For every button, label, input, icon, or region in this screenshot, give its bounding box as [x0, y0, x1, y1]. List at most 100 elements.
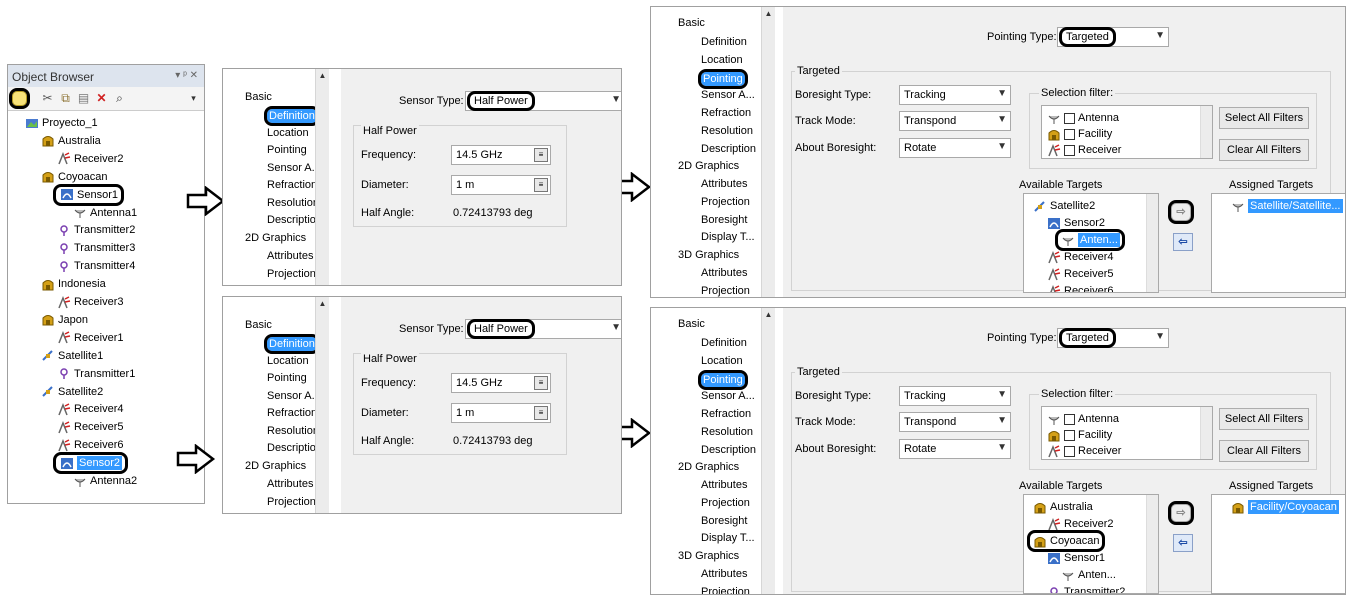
targets-scrollbar[interactable]	[1146, 495, 1158, 593]
nav-group-3d-graphics[interactable]: 3D Graphics	[678, 249, 739, 261]
toolbar-overflow-icon[interactable]: ▾	[186, 91, 201, 106]
nav-group-basic[interactable]: Basic	[678, 318, 705, 330]
tree-node[interactable]: Transmitter1	[56, 366, 135, 382]
properties-icon[interactable]	[9, 88, 30, 109]
filter-checkbox[interactable]	[1064, 144, 1075, 156]
nav-item[interactable]: Description	[267, 442, 322, 454]
unit-picker-icon[interactable]: ≡	[534, 406, 548, 420]
tree-node[interactable]: Receiver1	[56, 330, 124, 346]
about-boresight-select[interactable]: Rotate ▼	[899, 439, 1011, 459]
tree-node[interactable]: Proyecto_1	[24, 115, 98, 131]
frequency-field[interactable]: 14.5 GHz ≡	[451, 145, 551, 165]
nav-item[interactable]: Description	[701, 444, 756, 456]
sensor-type-select[interactable]: Half Power ▼	[465, 319, 621, 339]
filter-item[interactable]: Receiver	[1046, 142, 1121, 158]
nav-item[interactable]: Definition	[264, 334, 320, 354]
nav-group-basic[interactable]: Basic	[678, 17, 705, 29]
boresight-type-select[interactable]: Tracking ▼	[899, 386, 1011, 406]
available-target-item[interactable]: Receiver5	[1044, 266, 1116, 282]
filter-item[interactable]: Facility	[1046, 126, 1112, 142]
unassign-target-icon[interactable]: ⇦	[1173, 534, 1193, 552]
nav-item[interactable]: Resolution	[701, 125, 753, 137]
nav-scrollbar[interactable]: ▲	[761, 308, 775, 594]
filter-scrollbar[interactable]	[1200, 407, 1212, 459]
nav-group-2d-graphics[interactable]: 2D Graphics	[678, 160, 739, 172]
nav-item[interactable]: Resolution	[701, 426, 753, 438]
unit-picker-icon[interactable]: ≡	[534, 148, 548, 162]
tree-node[interactable]: Receiver4	[56, 401, 124, 417]
nav-item[interactable]: Projection	[267, 268, 316, 280]
nav-item[interactable]: Attributes	[701, 479, 747, 491]
filter-scrollbar[interactable]	[1200, 106, 1212, 158]
tree-node[interactable]: Transmitter4	[56, 258, 135, 274]
nav-item[interactable]: Sensor A...	[701, 390, 755, 402]
tree-node[interactable]: Satellite1	[40, 348, 103, 364]
nav-item[interactable]: Pointing	[698, 68, 748, 89]
nav-group-basic[interactable]: Basic	[245, 319, 272, 331]
nav-item[interactable]: Projection	[701, 586, 750, 594]
filter-list[interactable]: Antenna Facility Receiver	[1041, 105, 1213, 159]
tree-node[interactable]: Japon	[40, 312, 88, 328]
filter-item[interactable]: Antenna	[1046, 110, 1119, 126]
delete-icon[interactable]: ✕	[94, 91, 109, 106]
available-targets-list[interactable]: Satellite2 Sensor2 Anten... Receiver4 Receiv…	[1023, 193, 1159, 293]
boresight-type-select[interactable]: Tracking ▼	[899, 85, 1011, 105]
scroll-up-icon[interactable]: ▲	[763, 8, 774, 19]
nav-item[interactable]: Sensor A...	[701, 89, 755, 101]
clear-all-filters-button[interactable]: Clear All Filters	[1219, 440, 1309, 462]
pointing-type-select[interactable]: Targeted ▼	[1057, 27, 1169, 47]
tree-node[interactable]: Australia	[40, 133, 101, 149]
assign-target-icon[interactable]: ⇨	[1168, 200, 1194, 224]
nav-item[interactable]: Display T...	[701, 532, 755, 544]
assigned-target-item[interactable]: Satellite/Satellite...	[1230, 198, 1343, 214]
available-target-item[interactable]: Australia	[1030, 499, 1095, 515]
scroll-up-icon[interactable]: ▲	[317, 70, 328, 81]
nav-group-3d-graphics[interactable]: 3D Graphics	[678, 550, 739, 562]
sensor-type-select[interactable]: Half Power ▼	[465, 91, 621, 111]
scroll-up-icon[interactable]: ▲	[763, 309, 774, 320]
paste-icon[interactable]: ▤	[76, 91, 91, 106]
nav-group-2d-graphics[interactable]: 2D Graphics	[245, 460, 306, 472]
nav-item[interactable]: Projection	[701, 497, 750, 509]
pointing-type-select[interactable]: Targeted ▼	[1057, 328, 1169, 348]
assigned-target-item[interactable]: Facility/Coyoacan	[1230, 499, 1339, 515]
tree-node[interactable]: Satellite2	[40, 384, 103, 400]
nav-item[interactable]: Description	[267, 214, 322, 226]
panel-controls[interactable]: ▾ ᵖ ✕	[175, 70, 198, 81]
nav-item[interactable]: Boresight	[701, 214, 747, 226]
nav-item[interactable]: Display T...	[701, 231, 755, 243]
tree-node[interactable]: Receiver2	[56, 151, 124, 167]
unit-picker-icon[interactable]: ≡	[534, 376, 548, 390]
scroll-up-icon[interactable]: ▲	[317, 298, 328, 309]
nav-item[interactable]: Location	[701, 355, 743, 367]
targets-scrollbar[interactable]	[1146, 194, 1158, 292]
available-target-item[interactable]: Transmitter2	[1044, 584, 1127, 593]
about-boresight-select[interactable]: Rotate ▼	[899, 138, 1011, 158]
assign-target-icon[interactable]: ⇨	[1168, 501, 1194, 525]
nav-group-2d-graphics[interactable]: 2D Graphics	[678, 461, 739, 473]
tree-node[interactable]: Indonesia	[40, 276, 106, 292]
nav-item[interactable]: Refraction	[701, 107, 751, 119]
available-target-item[interactable]: Receiver4	[1044, 249, 1116, 265]
nav-item[interactable]: Projection	[701, 285, 750, 297]
nav-item[interactable]: Sensor A...	[267, 390, 321, 402]
tree-node[interactable]: Antenna1	[72, 205, 137, 221]
nav-item[interactable]: Attributes	[701, 267, 747, 279]
nav-item[interactable]: Attributes	[267, 478, 313, 490]
available-targets-list[interactable]: Australia Receiver2 Coyoacan Sensor1 Anten..…	[1023, 494, 1159, 594]
copy-icon[interactable]: ⧉	[58, 91, 73, 106]
nav-item[interactable]: Pointing	[267, 372, 307, 384]
nav-scrollbar[interactable]: ▲	[315, 69, 329, 285]
tree-node[interactable]: Sensor1	[53, 183, 124, 206]
available-target-item[interactable]: Sensor2	[1044, 215, 1107, 231]
filter-item[interactable]: Facility	[1046, 427, 1112, 443]
filter-item[interactable]: Antenna	[1046, 411, 1119, 427]
unassign-target-icon[interactable]: ⇦	[1173, 233, 1193, 251]
nav-item[interactable]: Location	[267, 127, 309, 139]
tree-node[interactable]: Sensor2	[53, 452, 128, 475]
clear-all-filters-button[interactable]: Clear All Filters	[1219, 139, 1309, 161]
available-target-item[interactable]: Sensor1	[1044, 550, 1107, 566]
nav-item[interactable]: Resolution	[267, 425, 319, 437]
filter-checkbox[interactable]	[1064, 445, 1075, 457]
tree-node[interactable]: Receiver6	[56, 437, 124, 453]
